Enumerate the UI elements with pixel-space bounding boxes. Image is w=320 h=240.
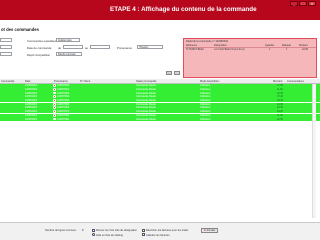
col-statut[interactable]: Statut commande [136,80,156,83]
option-one-checkbox[interactable] [92,228,95,232]
detail-title: Détail de la commande n° 12345000A [186,40,229,43]
status-icon [53,117,56,121]
cancel-label: Annuler [206,229,216,232]
status-icon [53,95,56,99]
order-detail-panel: Détail de la commande n° 12345000A Référ… [183,38,317,78]
refresh-button[interactable] [174,71,180,75]
detail-divider [185,47,316,48]
status-icon [53,87,56,91]
commandes-expediees-label: Commandes expédiées [27,39,57,43]
date-commande-label: Date de commande [27,46,52,50]
left-combo-1[interactable] [0,38,12,42]
detail-cell-reliquat: 1 [286,48,288,51]
minimize-icon[interactable]: _ [290,1,298,6]
depot-select[interactable]: Dépôt principal [56,52,82,56]
section-title: ot des commandes [1,27,39,32]
status-icon [53,91,56,95]
commandes-expediees-select[interactable]: Indéterminé [56,38,80,42]
left-combo-2[interactable] [0,45,12,49]
option-three-checkbox[interactable] [142,228,145,232]
window-title: ETAPE 4 : Affichage du contenu de la com… [110,6,257,13]
col-mode-expedition[interactable]: Mode Expédition [200,80,219,83]
col-date[interactable]: Date [25,80,30,83]
col-provenance[interactable]: Provenance [54,80,68,83]
provenance-select[interactable]: (Toutes) [137,45,163,49]
status-icon [53,110,56,113]
rows-count-value: 8 [82,229,84,232]
option-four-checkbox[interactable] [142,233,145,236]
date-de-label: de [58,46,62,50]
col-commentaires[interactable]: Commentaires [287,80,304,83]
date-au-label: au [85,46,89,50]
depot-label: Dépôt d'expédition [27,53,51,57]
date-to-input[interactable] [90,45,110,49]
filter-button[interactable]: ... [166,71,172,75]
status-icon [53,102,56,106]
status-icon [53,99,56,102]
vertical-scrollbar[interactable] [312,84,316,218]
footer-bar: Nombre de lignes connues : 8 Donner les … [0,222,320,240]
detail-cell-quantite: 1 [269,48,271,51]
rows-count-label: Nombre de lignes connues : [45,229,78,232]
close-icon[interactable]: x [308,1,316,6]
left-combo-3[interactable] [0,52,12,56]
option-one-label: Donner les trois clés de désignation [96,229,138,232]
option-three-label: Décocher les factures pour les traiter [146,229,189,232]
option-two-radio[interactable] [92,233,95,236]
option-two-label: Aide en liste de clicking [96,233,123,237]
status-icon [53,106,56,110]
title-bar: ETAPE 4 : Affichage du contenu de la com… [0,0,320,20]
col-montant[interactable]: Montant [273,80,282,83]
table-empty-area [0,121,320,222]
detail-cell-reference: H-TS4367-BLEU [186,48,204,51]
detail-cell-montant: 22.90 [302,48,308,51]
col-client[interactable]: N° Client [80,80,90,83]
provenance-label: Provenance [117,46,132,50]
col-commande[interactable]: Commande [1,80,14,83]
detail-cell-designation: La T-shirt BLEU M (Lot de 2) [214,48,245,51]
cancel-button[interactable]: ✕Annuler [201,228,218,233]
status-icon [53,113,56,117]
status-icon [53,84,56,88]
option-four-label: Calculer les factures [146,233,170,237]
maximize-icon[interactable]: □ [299,1,307,6]
date-from-input[interactable] [63,45,83,49]
